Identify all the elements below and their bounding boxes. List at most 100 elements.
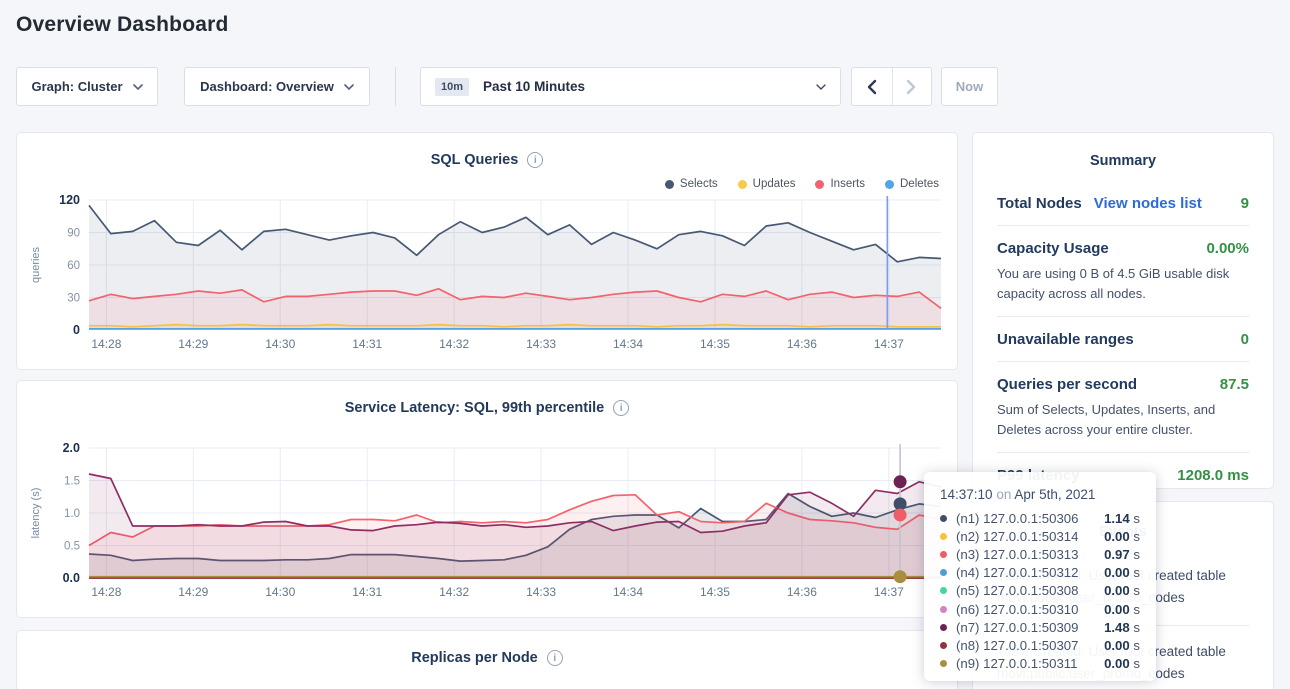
- time-prev-button[interactable]: [852, 68, 892, 105]
- series-color-dot-icon: [940, 642, 947, 649]
- tooltip-row: (n1) 127.0.0.1:503061.14 s: [940, 509, 1140, 527]
- x-axis-tick: 14:28: [91, 585, 121, 599]
- tooltip-node-value: 0.00 s: [1104, 638, 1140, 653]
- tooltip-node-label: (n5) 127.0.0.1:50308: [956, 583, 1104, 598]
- legend-item-deletes[interactable]: Deletes: [885, 178, 939, 190]
- tooltip-node-label: (n7) 127.0.0.1:50309: [956, 620, 1104, 635]
- chart-hover-tooltip: 14:37:10 on Apr 5th, 2021 (n1) 127.0.0.1…: [924, 472, 1156, 681]
- tooltip-row: (n7) 127.0.0.1:503091.48 s: [940, 618, 1140, 636]
- tooltip-node-label: (n1) 127.0.0.1:50306: [956, 511, 1104, 526]
- series-color-dot-icon: [940, 624, 947, 631]
- y-axis-tick: 90: [67, 228, 80, 240]
- x-axis-tick: 14:30: [265, 337, 295, 351]
- view-nodes-link[interactable]: View nodes list: [1094, 195, 1202, 212]
- y-axis-tick: 0.0: [63, 571, 80, 585]
- info-icon[interactable]: i: [613, 400, 629, 416]
- hover-point-dot: [894, 475, 907, 488]
- x-axis-tick: 14:29: [178, 585, 208, 599]
- hover-point-dot: [894, 508, 907, 521]
- tooltip-node-value: 1.48 s: [1104, 620, 1140, 635]
- hover-point-dot: [894, 570, 907, 583]
- series-color-dot-icon: [940, 606, 947, 613]
- y-axis-label: queries: [30, 246, 42, 283]
- time-range-selector[interactable]: 10m Past 10 Minutes: [420, 67, 841, 106]
- x-axis-tick: 14:31: [352, 585, 382, 599]
- chevron-down-icon: [344, 84, 354, 90]
- tooltip-node-label: (n8) 127.0.0.1:50307: [956, 638, 1104, 653]
- summary-label: Queries per second: [997, 376, 1137, 393]
- page-title: Overview Dashboard: [16, 13, 229, 37]
- graph-dropdown-label: Graph: Cluster: [31, 79, 122, 94]
- service-latency-chart[interactable]: 14:2814:2914:3014:3114:3214:3314:3414:35…: [25, 438, 951, 608]
- y-axis-tick: 30: [67, 293, 80, 305]
- x-axis-tick: 14:35: [700, 585, 730, 599]
- series-color-dot-icon: [940, 533, 947, 540]
- x-axis-tick: 14:30: [265, 585, 295, 599]
- series-color-dot-icon: [940, 551, 947, 558]
- summary-desc: You are using 0 B of 4.5 GiB usable disk…: [997, 264, 1249, 303]
- summary-value: 9: [1241, 195, 1249, 212]
- legend-item-selects[interactable]: Selects: [665, 178, 718, 190]
- sql-queries-title: SQL Queries: [431, 152, 519, 168]
- legend-dot-icon: [815, 180, 824, 189]
- graph-dropdown[interactable]: Graph: Cluster: [16, 67, 158, 106]
- legend-dot-icon: [885, 180, 894, 189]
- tooltip-node-value: 0.97 s: [1104, 547, 1140, 562]
- time-next-button[interactable]: [892, 68, 932, 105]
- chevron-down-icon: [133, 84, 143, 90]
- series-color-dot-icon: [940, 587, 947, 594]
- dashboard-dropdown-label: Dashboard: Overview: [200, 79, 334, 94]
- x-axis-tick: 14:32: [439, 585, 469, 599]
- tooltip-row: (n9) 127.0.0.1:503110.00 s: [940, 655, 1140, 673]
- tooltip-timestamp: 14:37:10 on Apr 5th, 2021: [940, 487, 1140, 502]
- legend-label: Deletes: [900, 178, 939, 190]
- summary-label: Unavailable ranges: [997, 331, 1134, 348]
- x-axis-tick: 14:36: [787, 585, 817, 599]
- summary-title: Summary: [973, 153, 1273, 169]
- legend-item-inserts[interactable]: Inserts: [815, 178, 865, 190]
- x-axis-tick: 14:32: [439, 337, 469, 351]
- y-axis-label: latency (s): [30, 488, 42, 539]
- info-icon[interactable]: i: [527, 152, 543, 168]
- legend-label: Inserts: [830, 178, 865, 190]
- x-axis-tick: 14:35: [700, 337, 730, 351]
- tooltip-node-label: (n3) 127.0.0.1:50313: [956, 547, 1104, 562]
- chevron-down-icon: [816, 84, 826, 90]
- legend-label: Selects: [680, 178, 718, 190]
- dashboard-dropdown[interactable]: Dashboard: Overview: [184, 67, 370, 106]
- series-color-dot-icon: [940, 515, 947, 522]
- summary-row: Total Nodes View nodes list 9: [997, 181, 1249, 226]
- tooltip-node-label: (n4) 127.0.0.1:50312: [956, 565, 1104, 580]
- summary-value: 0: [1241, 331, 1249, 348]
- sql-queries-legend: Selects Updates Inserts Deletes: [665, 178, 939, 190]
- legend-dot-icon: [665, 180, 674, 189]
- tooltip-node-value: 0.00 s: [1104, 565, 1140, 580]
- info-icon[interactable]: i: [547, 650, 563, 666]
- hover-point-dot: [894, 497, 907, 510]
- now-button[interactable]: Now: [941, 67, 998, 106]
- sql-queries-chart[interactable]: 14:2814:2914:3014:3114:3214:3314:3414:35…: [25, 190, 951, 360]
- y-axis-tick: 0: [73, 323, 80, 337]
- sql-queries-panel: SQL Queries i Selects Updates Inserts Delete…: [16, 132, 958, 370]
- time-range-label: Past 10 Minutes: [483, 79, 816, 94]
- chevron-right-icon: [906, 79, 917, 95]
- legend-item-updates[interactable]: Updates: [738, 178, 796, 190]
- y-axis-tick: 2.0: [63, 441, 80, 455]
- summary-value: 87.5: [1220, 376, 1249, 393]
- x-axis-tick: 14:34: [613, 585, 643, 599]
- x-axis-tick: 14:28: [91, 337, 121, 351]
- controls-divider: [395, 67, 396, 106]
- x-axis-tick: 14:37: [874, 585, 904, 599]
- summary-desc: Sum of Selects, Updates, Inserts, and De…: [997, 400, 1249, 439]
- y-axis-tick: 0.5: [64, 541, 80, 553]
- tooltip-node-label: (n9) 127.0.0.1:50311: [956, 656, 1104, 671]
- summary-label: Total Nodes: [997, 195, 1082, 212]
- legend-label: Updates: [753, 178, 796, 190]
- replicas-per-node-title: Replicas per Node: [411, 650, 538, 666]
- time-nav-group: [851, 67, 932, 106]
- chevron-left-icon: [866, 79, 877, 95]
- series-color-dot-icon: [940, 569, 947, 576]
- x-axis-tick: 14:37: [874, 337, 904, 351]
- tooltip-row: (n5) 127.0.0.1:503080.00 s: [940, 582, 1140, 600]
- x-axis-tick: 14:33: [526, 337, 556, 351]
